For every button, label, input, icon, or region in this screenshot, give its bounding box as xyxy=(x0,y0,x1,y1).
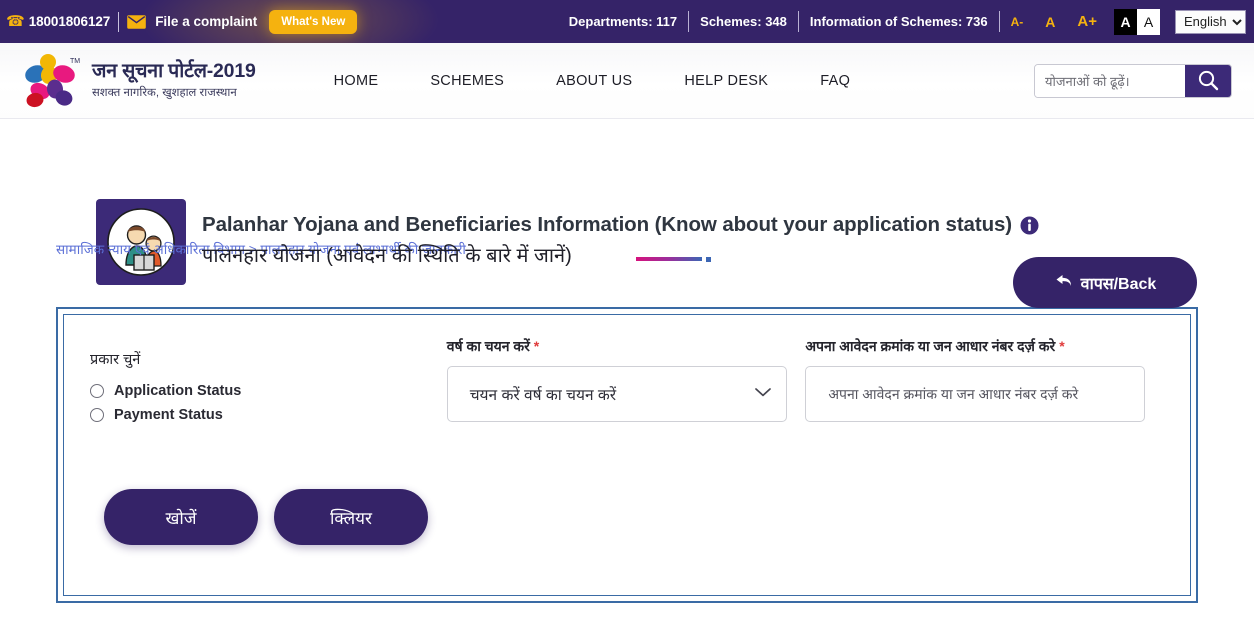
mail-icon xyxy=(127,14,146,29)
header-search xyxy=(1034,64,1232,98)
nav-item-help-desk[interactable]: HELP DESK xyxy=(658,73,794,89)
font-decrease-button[interactable]: A- xyxy=(1000,15,1035,29)
clear-button[interactable]: क्लियर xyxy=(274,489,428,545)
search-button[interactable] xyxy=(1185,65,1231,97)
phone-icon: ☎ xyxy=(6,13,25,30)
back-arrow-icon xyxy=(1054,273,1073,293)
year-label: वर्ष का चयन करें * xyxy=(447,337,806,356)
year-select[interactable]: चयन करें वर्ष का चयन करें xyxy=(446,366,787,422)
form-fields-row: प्रकार चुनें Application Status Payment … xyxy=(90,337,1164,431)
contrast-toggle[interactable]: A A xyxy=(1114,8,1160,35)
brand-text: जन सूचना पोर्टल-2019 सशक्त नागरिक, खुशहा… xyxy=(92,59,256,100)
top-bar-right-group: Departments: 117 Schemes: 348 Informatio… xyxy=(558,8,1254,35)
stat-information-of-schemes: Information of Schemes: 736 xyxy=(809,14,988,29)
application-id-label-text: अपना आवेदन क्रमांक या जन आधार नंबर दर्ज़… xyxy=(805,338,1056,354)
font-default-button[interactable]: A xyxy=(1034,14,1066,30)
main-navigation: HOME SCHEMES ABOUT US HELP DESK FAQ xyxy=(308,73,877,89)
contrast-dark-option[interactable]: A xyxy=(1114,8,1137,35)
year-field-group: वर्ष का चयन करें * चयन करें वर्ष का चयन … xyxy=(446,337,806,422)
stat-departments: Departments: 117 xyxy=(568,14,678,29)
jan-soochna-logo-icon: TM xyxy=(22,53,84,109)
scheme-title-english-text: Palanhar Yojana and Beneficiaries Inform… xyxy=(202,213,1013,236)
contrast-light-option[interactable]: A xyxy=(1137,8,1160,35)
file-complaint-link[interactable]: File a complaint xyxy=(155,14,257,29)
type-label: प्रकार चुनें xyxy=(90,352,141,368)
nav-item-about-us[interactable]: ABOUT US xyxy=(530,73,658,89)
breadcrumb-row: सामाजिक न्याय एवं अधिकारिता विभाग > पालन… xyxy=(0,119,1254,308)
whats-new-button[interactable]: What's New xyxy=(269,9,358,34)
year-select-value: चयन करें वर्ष का चयन करें xyxy=(469,387,617,404)
radio-circle-icon[interactable] xyxy=(90,384,104,398)
utility-top-bar: ☎ 18001806127 File a complaint What's Ne… xyxy=(0,0,1254,43)
divider xyxy=(118,11,120,32)
search-input[interactable] xyxy=(1035,65,1185,97)
brand-subtitle: सशक्त नागरिक, खुशहाल राजस्थान xyxy=(92,87,237,100)
application-id-field-group: अपना आवेदन क्रमांक या जन आधार नंबर दर्ज़… xyxy=(805,337,1164,422)
search-form-panel: प्रकार चुनें Application Status Payment … xyxy=(56,307,1198,603)
nav-item-faq[interactable]: FAQ xyxy=(794,73,876,89)
search-icon xyxy=(1197,69,1219,94)
search-submit-button[interactable]: खोजें xyxy=(104,489,258,545)
application-id-label: अपना आवेदन क्रमांक या जन आधार नंबर दर्ज़… xyxy=(805,337,1164,356)
site-header: TM जन सूचना पोर्टल-2019 सशक्त नागरिक, खु… xyxy=(0,43,1254,119)
radio-application-status[interactable]: Application Status xyxy=(90,383,447,399)
radio-payment-status[interactable]: Payment Status xyxy=(90,407,447,423)
title-underline-accent xyxy=(636,257,702,261)
radio-payment-status-label: Payment Status xyxy=(114,407,223,423)
year-required-asterisk: * xyxy=(533,338,540,354)
info-icon[interactable] xyxy=(1020,216,1039,235)
radio-application-status-label: Application Status xyxy=(114,383,242,399)
helpline-number: 18001806127 xyxy=(28,14,111,29)
scheme-title-english: Palanhar Yojana and Beneficiaries Inform… xyxy=(202,213,1039,237)
back-button-label: वापस/Back xyxy=(1080,275,1157,293)
brand-title: जन सूचना पोर्टल-2019 xyxy=(92,59,256,82)
radio-circle-icon[interactable] xyxy=(90,408,104,422)
search-form-inner: प्रकार चुनें Application Status Payment … xyxy=(63,314,1191,596)
type-selection-group: प्रकार चुनें Application Status Payment … xyxy=(90,337,447,431)
year-label-text: वर्ष का चयन करें xyxy=(446,338,530,354)
stat-schemes: Schemes: 348 xyxy=(700,14,787,29)
application-id-input[interactable] xyxy=(805,366,1146,422)
nav-item-schemes[interactable]: SCHEMES xyxy=(404,73,530,89)
form-actions: खोजें क्लियर xyxy=(104,489,1164,545)
application-id-required-asterisk: * xyxy=(1059,338,1065,354)
nav-item-home[interactable]: HOME xyxy=(308,73,405,89)
chevron-down-icon xyxy=(754,385,772,403)
title-dot-accent xyxy=(706,257,711,262)
back-button[interactable]: वापस/Back xyxy=(1013,257,1197,308)
top-bar-left-group: ☎ 18001806127 File a complaint What's Ne… xyxy=(6,9,358,34)
scheme-title-hindi: पालनहार योजना (आवेदन की स्थिति के बारे म… xyxy=(202,245,572,267)
scheme-titles: Palanhar Yojana and Beneficiaries Inform… xyxy=(202,199,1039,274)
svg-text:TM: TM xyxy=(70,58,80,65)
brand[interactable]: TM जन सूचना पोर्टल-2019 सशक्त नागरिक, खु… xyxy=(22,53,256,109)
font-increase-button[interactable]: A+ xyxy=(1066,13,1108,30)
year-select-wrap: चयन करें वर्ष का चयन करें xyxy=(446,366,806,422)
language-select[interactable]: English xyxy=(1175,9,1246,34)
